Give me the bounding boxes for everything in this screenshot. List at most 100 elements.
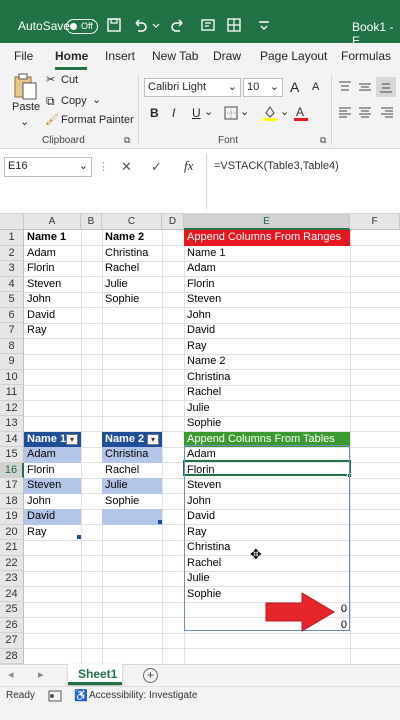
filter-dropdown-icon[interactable]: ▾ bbox=[66, 433, 78, 445]
borders-icon[interactable] bbox=[224, 106, 238, 120]
table-cell[interactable]: David bbox=[24, 509, 81, 525]
result-cell[interactable]: Ray bbox=[184, 339, 350, 355]
sheet-tab-sheet1[interactable]: Sheet1 bbox=[68, 664, 122, 685]
table-cell[interactable]: Sophie bbox=[102, 493, 162, 509]
row-header[interactable]: 1 bbox=[0, 230, 24, 246]
underline-button[interactable]: U bbox=[192, 106, 201, 120]
result-ranges-header[interactable]: Append Columns From Ranges bbox=[184, 230, 350, 246]
row-header[interactable]: 8 bbox=[0, 338, 24, 354]
result-cell[interactable]: Adam bbox=[184, 261, 350, 277]
name-box[interactable]: E16 ⌄ bbox=[4, 157, 92, 177]
accessibility-status[interactable]: Accessibility: Investigate bbox=[89, 690, 197, 701]
row-header[interactable]: 12 bbox=[0, 400, 24, 416]
borders-dropdown-icon[interactable]: ⌄ bbox=[240, 105, 249, 118]
range-cell[interactable]: Ray bbox=[24, 323, 81, 339]
row-header[interactable]: 9 bbox=[0, 354, 24, 370]
row-header[interactable]: 11 bbox=[0, 385, 24, 401]
copy-label[interactable]: Copy bbox=[61, 95, 87, 107]
next-sheet-icon[interactable]: ▸ bbox=[38, 668, 44, 681]
range-cell[interactable]: Christina bbox=[102, 246, 162, 262]
align-left-icon[interactable] bbox=[338, 107, 352, 119]
row-header[interactable]: 18 bbox=[0, 493, 24, 509]
column-header-b[interactable]: B bbox=[81, 214, 102, 230]
row-header[interactable]: 25 bbox=[0, 602, 24, 618]
result-cell[interactable]: David bbox=[184, 323, 350, 339]
select-all-corner[interactable] bbox=[0, 214, 24, 230]
insert-function-button[interactable]: fx bbox=[184, 158, 193, 174]
row-header[interactable]: 28 bbox=[0, 648, 24, 664]
tab-page-layout[interactable]: Page Layout bbox=[260, 49, 327, 63]
row-header[interactable]: 26 bbox=[0, 617, 24, 633]
range-header-name1[interactable]: Name 1 bbox=[24, 230, 81, 246]
align-top-icon[interactable] bbox=[338, 81, 352, 93]
align-right-icon[interactable] bbox=[380, 107, 394, 119]
row-header[interactable]: 4 bbox=[0, 276, 24, 292]
row-header[interactable]: 15 bbox=[0, 447, 24, 463]
row-header[interactable]: 20 bbox=[0, 524, 24, 540]
range-cell[interactable]: Julie bbox=[102, 277, 162, 293]
shrink-font-icon[interactable]: A bbox=[312, 81, 319, 93]
row-header[interactable]: 27 bbox=[0, 633, 24, 649]
column-header-a[interactable]: A bbox=[24, 214, 81, 230]
bold-button[interactable]: B bbox=[150, 106, 159, 120]
row-header[interactable]: 13 bbox=[0, 416, 24, 432]
clipboard-launcher-icon[interactable]: ⧉ bbox=[124, 135, 130, 146]
copy-dropdown-icon[interactable]: ⌄ bbox=[92, 93, 101, 106]
font-name-dropdown-icon[interactable]: ⌄ bbox=[228, 79, 237, 96]
row-header[interactable]: 6 bbox=[0, 307, 24, 323]
fill-color-icon[interactable] bbox=[262, 104, 278, 122]
table-cell[interactable]: Christina bbox=[102, 447, 162, 463]
paste-icon[interactable] bbox=[12, 73, 38, 101]
result-cell[interactable]: Sophie bbox=[184, 416, 350, 432]
font-launcher-icon[interactable]: ⧉ bbox=[320, 135, 326, 146]
column-header-c[interactable]: C bbox=[102, 214, 162, 230]
table-cell[interactable]: Steven bbox=[24, 478, 81, 494]
row-header[interactable]: 2 bbox=[0, 245, 24, 261]
grow-font-icon[interactable]: A bbox=[290, 79, 299, 95]
row-header[interactable]: 19 bbox=[0, 509, 24, 525]
result-cell[interactable]: Florin bbox=[184, 277, 350, 293]
align-middle-icon[interactable] bbox=[358, 81, 372, 93]
column-header-f[interactable]: F bbox=[350, 214, 400, 230]
font-size-dropdown-icon[interactable]: ⌄ bbox=[270, 79, 279, 96]
result-cell[interactable]: Name 2 bbox=[184, 354, 350, 370]
font-color-icon[interactable]: A bbox=[294, 104, 308, 122]
range-cell[interactable]: John bbox=[24, 292, 81, 308]
row-header[interactable]: 23 bbox=[0, 571, 24, 587]
result-cell[interactable]: Julie bbox=[184, 401, 350, 417]
range-cell[interactable]: David bbox=[24, 308, 81, 324]
tab-insert[interactable]: Insert bbox=[105, 49, 135, 63]
name-box-dropdown-icon[interactable]: ⌄ bbox=[79, 158, 88, 175]
formula-input[interactable]: =VSTACK(Table3,Table4) bbox=[214, 160, 339, 172]
form-icon[interactable] bbox=[200, 17, 216, 33]
table-cell[interactable]: Florin bbox=[24, 462, 81, 478]
italic-button[interactable]: I bbox=[172, 106, 175, 120]
paste-dropdown-icon[interactable]: ⌄ bbox=[20, 115, 29, 128]
row-header[interactable]: 10 bbox=[0, 369, 24, 385]
row-header[interactable]: 21 bbox=[0, 540, 24, 556]
table-cell[interactable]: Rachel bbox=[102, 462, 162, 478]
scissors-icon[interactable]: ✂ bbox=[46, 73, 55, 86]
align-center-icon[interactable] bbox=[358, 107, 372, 119]
tab-formulas[interactable]: Formulas bbox=[341, 49, 391, 63]
undo-icon[interactable] bbox=[132, 17, 148, 33]
align-bottom-button[interactable] bbox=[376, 77, 396, 97]
row-header[interactable]: 16 bbox=[0, 462, 24, 478]
copy-icon[interactable]: ⧉ bbox=[46, 94, 55, 109]
range-header-name2[interactable]: Name 2 bbox=[102, 230, 162, 246]
row-header[interactable]: 24 bbox=[0, 586, 24, 602]
undo-dropdown-icon[interactable] bbox=[152, 17, 160, 33]
column-header-d[interactable]: D bbox=[162, 214, 184, 230]
range-cell[interactable]: Rachel bbox=[102, 261, 162, 277]
confirm-entry-icon[interactable]: ✓ bbox=[151, 159, 162, 175]
range-cell[interactable]: Florin bbox=[24, 261, 81, 277]
tab-file[interactable]: File bbox=[14, 49, 33, 63]
macro-record-icon[interactable] bbox=[48, 690, 62, 702]
table-cell[interactable] bbox=[102, 509, 162, 525]
paste-label[interactable]: Paste bbox=[12, 101, 40, 113]
redo-icon[interactable] bbox=[170, 17, 186, 33]
range-cell[interactable]: Steven bbox=[24, 277, 81, 293]
font-name-box[interactable]: Calibri Light ⌄ bbox=[144, 78, 241, 97]
range-cell[interactable]: Sophie bbox=[102, 292, 162, 308]
accessibility-icon[interactable]: ♿ bbox=[74, 689, 88, 702]
